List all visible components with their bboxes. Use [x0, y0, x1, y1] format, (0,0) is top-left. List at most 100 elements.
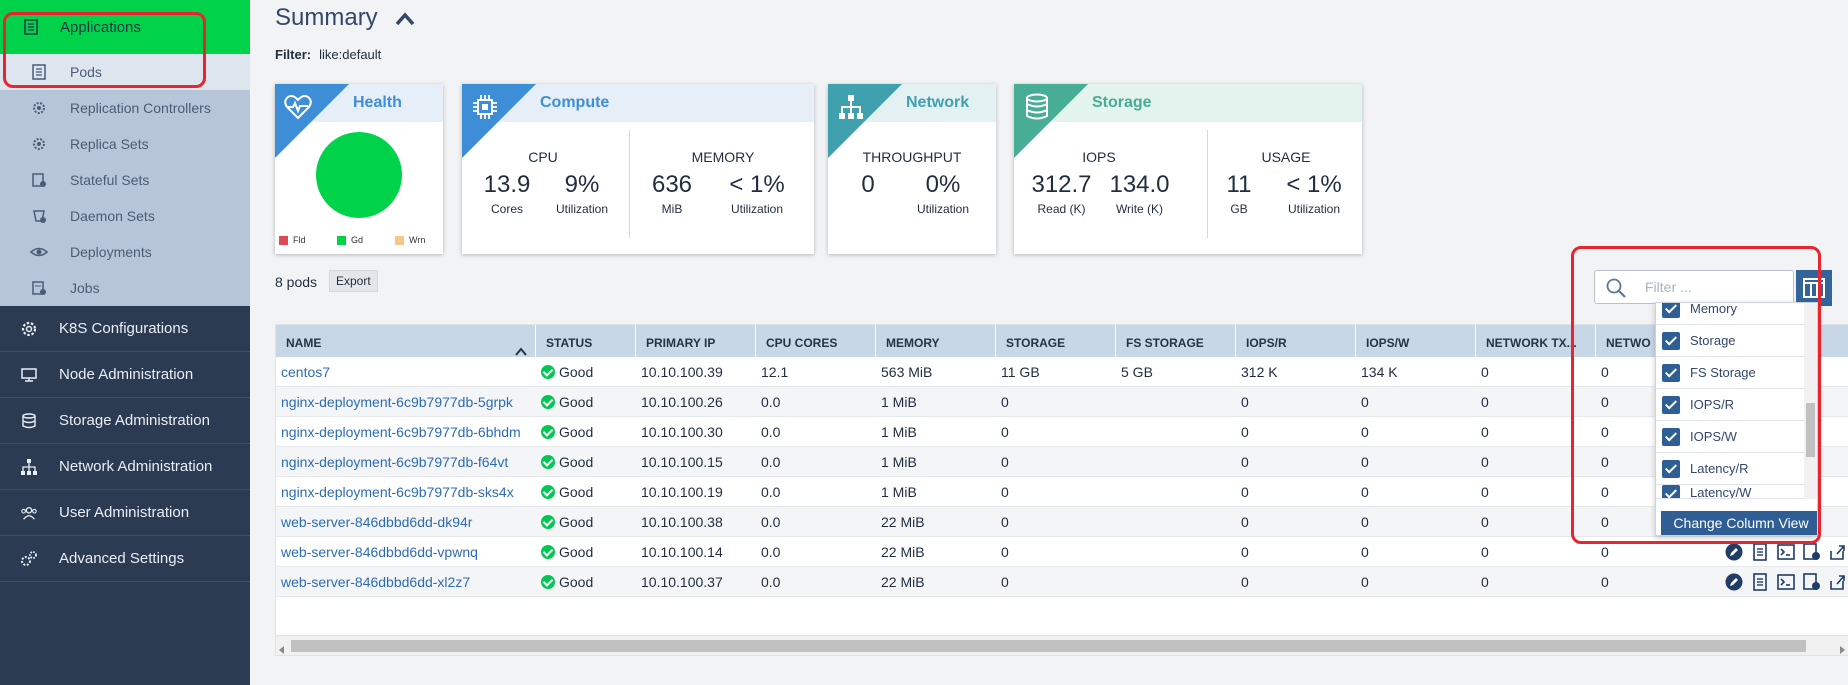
checkbox-checked-icon[interactable]	[1662, 331, 1680, 350]
cpu-cores-value: 13.9	[483, 171, 531, 198]
sidebar-item-network-administration[interactable]: Network Administration	[0, 444, 250, 490]
cell-network-rx: 0	[1601, 364, 1609, 380]
table-row[interactable]: nginx-deployment-6c9b7977db-5grpk Good 10.…	[276, 387, 1848, 417]
export-button[interactable]: Export	[329, 270, 378, 292]
column-header-cpu-cores[interactable]: CPU CORES	[756, 325, 876, 357]
settings-doc-icon[interactable]	[1802, 572, 1822, 592]
export-icon[interactable]	[1828, 542, 1848, 562]
table-row[interactable]: nginx-deployment-6c9b7977db-sks4x Good 10.…	[276, 477, 1848, 507]
cell-status: Good	[536, 387, 593, 417]
terminal-icon[interactable]	[1776, 572, 1796, 592]
sidebar-subitem-replication-controllers[interactable]: Replication Controllers	[0, 90, 250, 126]
cell-name[interactable]: centos7	[276, 357, 330, 387]
cpu-cores-unit: Cores	[490, 202, 523, 216]
dropdown-scrollbar[interactable]	[1804, 303, 1817, 499]
sidebar-item-applications[interactable]: Applications	[0, 0, 250, 54]
chevron-up-icon[interactable]	[394, 8, 416, 30]
horizontal-scrollbar[interactable]	[276, 635, 1848, 655]
sidebar-subitem-jobs[interactable]: Jobs	[0, 270, 250, 306]
export-icon[interactable]	[1828, 572, 1848, 592]
settings-doc-icon[interactable]	[1802, 542, 1822, 562]
cell-name[interactable]: web-server-846dbbd6dd-vpwnq	[276, 537, 478, 567]
iops-read-unit: Read (K)	[1037, 202, 1086, 216]
sidebar-item-label: Replication Controllers	[70, 100, 211, 116]
change-column-view-button[interactable]: Change Column View	[1661, 511, 1817, 535]
column-option-iops-r[interactable]: IOPS/R	[1656, 389, 1804, 421]
sidebar-subitem-stateful-sets[interactable]: Stateful Sets	[0, 162, 250, 198]
sidebar-item-advanced-settings[interactable]: Advanced Settings	[0, 536, 250, 582]
filter-line: Filter: like:default	[275, 47, 381, 62]
cell-name[interactable]: nginx-deployment-6c9b7977db-sks4x	[276, 477, 514, 507]
sidebar-item-k8s-configurations[interactable]: K8S Configurations	[0, 306, 250, 352]
column-header-fs-storage[interactable]: FS STORAGE	[1116, 325, 1236, 357]
terminal-icon[interactable]	[1776, 542, 1796, 562]
table-row[interactable]: web-server-846dbbd6dd-vpwnq Good 10.10.100…	[276, 537, 1848, 567]
column-option-memory[interactable]: Memory	[1656, 303, 1804, 325]
cell-fs-storage	[1116, 507, 1121, 537]
cell-iops-r: 0	[1241, 544, 1249, 560]
checkbox-checked-icon[interactable]	[1662, 395, 1680, 414]
table-row[interactable]: web-server-846dbbd6dd-xl2z7 Good 10.10.100…	[276, 567, 1848, 597]
column-option-storage[interactable]: Storage	[1656, 325, 1804, 357]
edit-icon[interactable]	[1724, 572, 1744, 592]
document-icon[interactable]	[1750, 542, 1770, 562]
scrollbar-thumb[interactable]	[291, 640, 1806, 652]
gear-icon	[30, 135, 48, 153]
table-row[interactable]: nginx-deployment-6c9b7977db-6bhdm Good 10.…	[276, 417, 1848, 447]
checkbox-checked-icon[interactable]	[1662, 363, 1680, 382]
column-header-status[interactable]: STATUS	[536, 325, 636, 357]
checkbox-checked-icon[interactable]	[1662, 303, 1680, 318]
memory-label: MEMORY	[691, 149, 755, 165]
cell-fs-storage	[1116, 417, 1121, 447]
search-input[interactable]	[1643, 278, 1783, 296]
sidebar-subitem-pods[interactable]: Pods	[0, 54, 250, 90]
table-row[interactable]: nginx-deployment-6c9b7977db-f64vt Good 10.…	[276, 447, 1848, 477]
table-row[interactable]: centos7 Good 10.10.100.39 12.1 563 MiB 11 GB 5…	[276, 357, 1848, 387]
sidebar-subitem-daemon-sets[interactable]: Daemon Sets	[0, 198, 250, 234]
column-header-primary-ip[interactable]: PRIMARY IP	[636, 325, 756, 357]
column-header-iops-w[interactable]: IOPS/W	[1356, 325, 1476, 357]
checkbox-checked-icon[interactable]	[1662, 459, 1680, 478]
sidebar-item-user-administration[interactable]: User Administration	[0, 490, 250, 536]
cell-cpu-cores: 0.0	[761, 454, 781, 470]
sidebar-subitem-replica-sets[interactable]: Replica Sets	[0, 126, 250, 162]
cell-network-rx: 0	[1601, 544, 1609, 560]
sidebar-item-storage-administration[interactable]: Storage Administration	[0, 398, 250, 444]
sidebar-item-node-administration[interactable]: Node Administration	[0, 352, 250, 398]
column-header-memory[interactable]: MEMORY	[876, 325, 996, 357]
cell-name[interactable]: web-server-846dbbd6dd-dk94r	[276, 507, 472, 537]
cell-storage: 0	[1001, 454, 1009, 470]
list-icon	[30, 63, 48, 81]
column-option-latency-r[interactable]: Latency/R	[1656, 453, 1804, 485]
sidebar-item-label: Replica Sets	[70, 136, 149, 152]
cell-name[interactable]: nginx-deployment-6c9b7977db-5grpk	[276, 387, 513, 417]
scrollbar-thumb[interactable]	[1806, 403, 1815, 457]
cell-fs-storage	[1116, 477, 1121, 507]
column-option-fs-storage[interactable]: FS Storage	[1656, 357, 1804, 389]
checkbox-checked-icon[interactable]	[1662, 485, 1680, 498]
gear-icon	[30, 99, 48, 117]
column-view-button[interactable]	[1796, 270, 1832, 306]
column-header-network-tx[interactable]: NETWORK TX...	[1476, 325, 1596, 357]
page-title: Summary	[275, 4, 378, 31]
scroll-left-icon[interactable]	[279, 642, 285, 655]
column-header-iops-r[interactable]: IOPS/R	[1236, 325, 1356, 357]
database-icon	[20, 412, 38, 430]
sort-asc-icon[interactable]	[515, 335, 527, 357]
column-header-name[interactable]: NAME	[276, 325, 536, 357]
cell-primary-ip: 10.10.100.30	[641, 424, 723, 440]
cell-name[interactable]: nginx-deployment-6c9b7977db-f64vt	[276, 447, 508, 477]
cell-storage: 11 GB	[1001, 364, 1040, 380]
column-header-storage[interactable]: STORAGE	[996, 325, 1116, 357]
document-icon[interactable]	[1750, 572, 1770, 592]
edit-icon[interactable]	[1724, 542, 1744, 562]
sidebar-subitem-deployments[interactable]: Deployments	[0, 234, 250, 270]
table-row[interactable]: web-server-846dbbd6dd-dk94r Good 10.10.100…	[276, 507, 1848, 537]
checkbox-checked-icon[interactable]	[1662, 427, 1680, 446]
scroll-right-icon[interactable]	[1839, 642, 1845, 655]
cell-name[interactable]: nginx-deployment-6c9b7977db-6bhdm	[276, 417, 521, 447]
row-actions	[1724, 572, 1848, 592]
cell-name[interactable]: web-server-846dbbd6dd-xl2z7	[276, 567, 470, 597]
column-option-latency-w[interactable]: Latency/W	[1656, 485, 1804, 499]
column-option-iops-w[interactable]: IOPS/W	[1656, 421, 1804, 453]
